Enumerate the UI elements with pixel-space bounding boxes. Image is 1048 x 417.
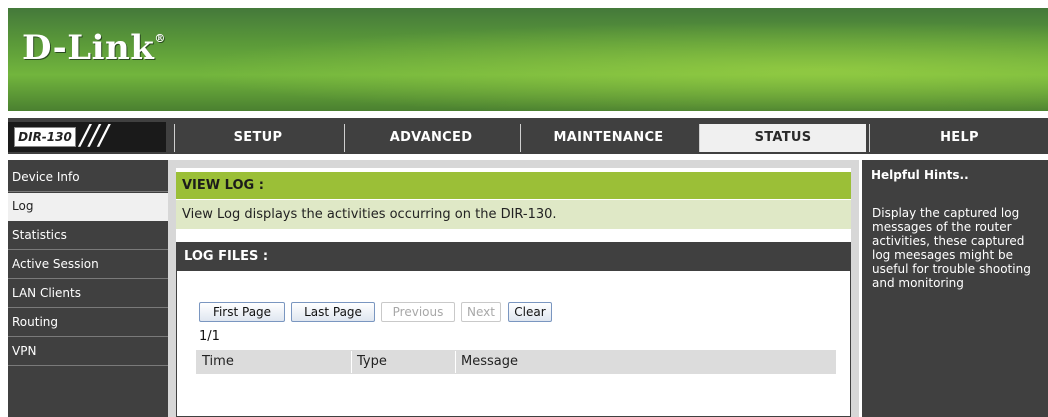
- sidebar-item-log[interactable]: Log: [8, 193, 168, 221]
- next-button[interactable]: Next: [461, 302, 501, 322]
- sidebar-item-active-session[interactable]: Active Session: [8, 251, 168, 279]
- page-indicator: 1/1: [199, 329, 220, 344]
- view-log-description: View Log displays the activities occurri…: [176, 200, 851, 229]
- first-page-button[interactable]: First Page: [199, 302, 285, 322]
- last-page-button[interactable]: Last Page: [291, 302, 375, 322]
- help-title: Helpful Hints..: [871, 168, 969, 182]
- column-type: Type: [352, 351, 456, 373]
- column-message: Message: [461, 354, 518, 369]
- sidebar-item-vpn[interactable]: VPN: [8, 338, 168, 366]
- dlink-logo: D-Link®: [22, 28, 166, 68]
- sidebar-item-statistics[interactable]: Statistics: [8, 222, 168, 250]
- view-log-heading: VIEW LOG :: [176, 172, 851, 199]
- tab-maintenance[interactable]: MAINTENANCE: [520, 124, 696, 152]
- model-badge: DIR-130: [14, 127, 76, 147]
- sidebar-item-device-info[interactable]: Device Info: [8, 164, 168, 192]
- sidebar-item-routing[interactable]: Routing: [8, 309, 168, 337]
- registered-mark: ®: [154, 32, 166, 45]
- log-files-heading: LOG FILES :: [176, 242, 851, 271]
- tab-setup[interactable]: SETUP: [174, 124, 341, 152]
- tab-advanced[interactable]: ADVANCED: [344, 124, 517, 152]
- logo-text: D-Link: [22, 28, 155, 68]
- help-text: Display the captured log messages of the…: [872, 206, 1031, 290]
- column-time: Time: [197, 351, 352, 373]
- sidebar-item-lan-clients[interactable]: LAN Clients: [8, 280, 168, 308]
- tab-status[interactable]: STATUS: [699, 124, 866, 152]
- model-slashes: ///: [80, 118, 109, 151]
- clear-button[interactable]: Clear: [508, 302, 552, 322]
- previous-button[interactable]: Previous: [381, 302, 455, 322]
- tab-help[interactable]: HELP: [869, 124, 1048, 152]
